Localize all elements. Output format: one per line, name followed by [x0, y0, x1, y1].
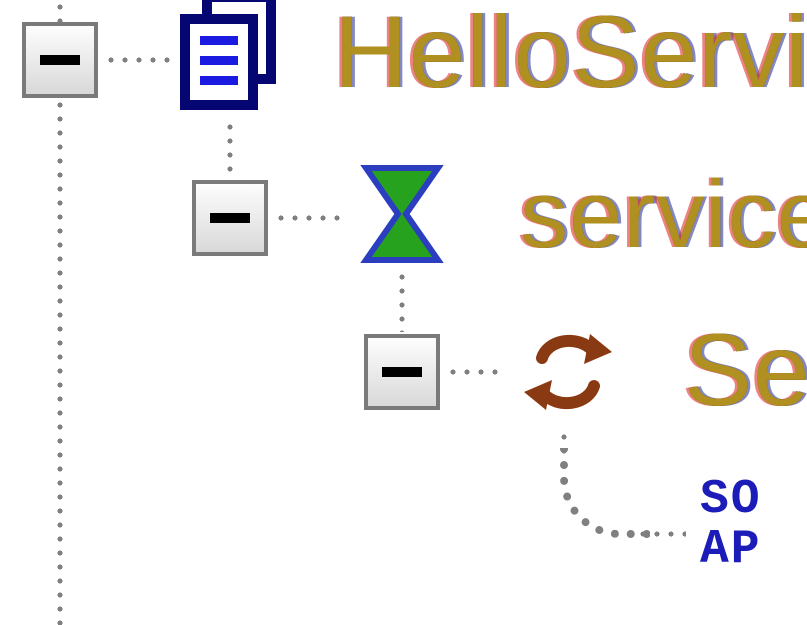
tree-line [446, 368, 506, 376]
tree-line [560, 448, 650, 538]
tree-leaf-label: SO [700, 476, 762, 524]
interface-icon [352, 162, 452, 266]
tree-line [398, 270, 406, 332]
expand-collapse-toggle[interactable] [192, 180, 268, 256]
expand-collapse-toggle[interactable] [22, 22, 98, 98]
documents-icon [176, 0, 286, 112]
tree-line [226, 120, 234, 180]
tree-leaf-label: AP [700, 526, 762, 574]
tree-line [104, 56, 170, 64]
refresh-icon [512, 316, 622, 426]
tree-line [636, 530, 686, 538]
tree-node-label[interactable]: HelloServi [334, 0, 807, 111]
expand-collapse-toggle[interactable] [364, 334, 440, 410]
tree-node-label[interactable]: Se [684, 312, 807, 429]
tree-node-label[interactable]: service [520, 160, 807, 270]
tree-line [274, 214, 340, 222]
